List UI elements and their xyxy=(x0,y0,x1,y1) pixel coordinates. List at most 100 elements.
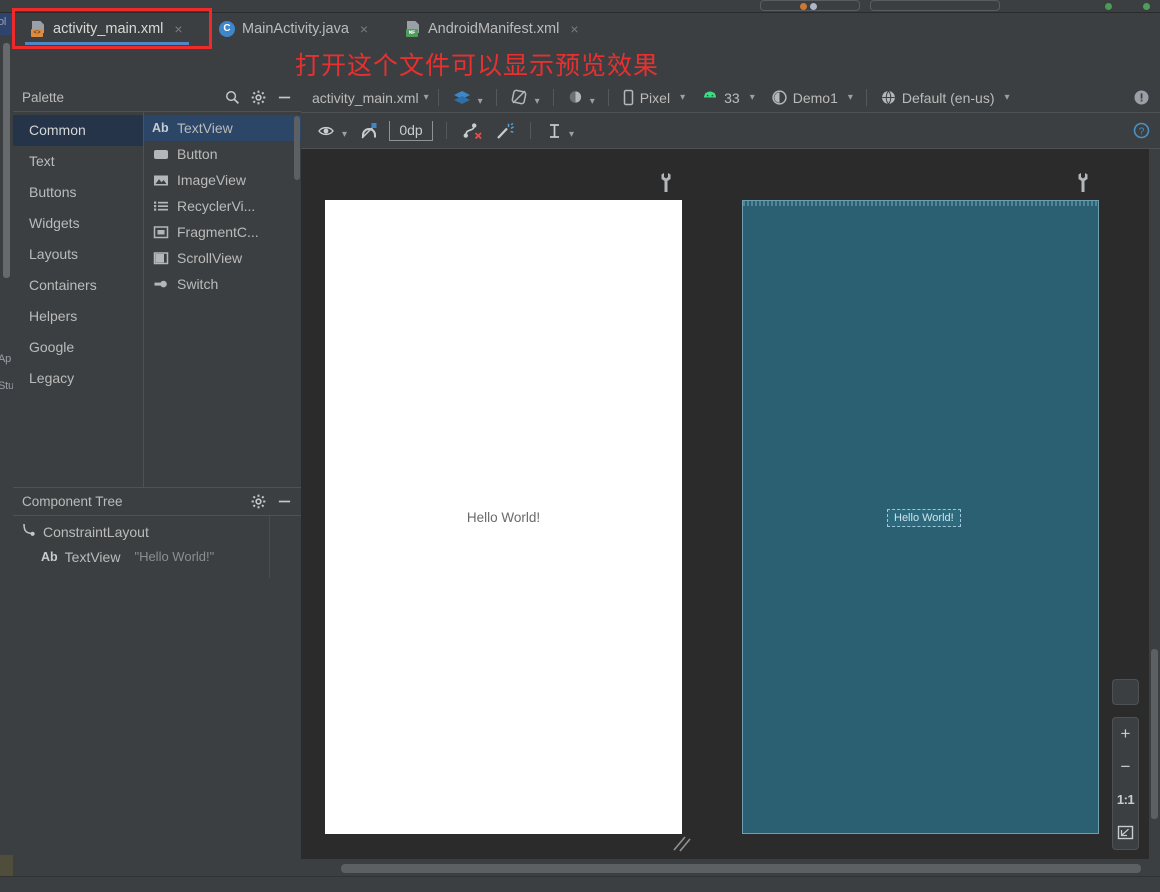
gear-icon[interactable] xyxy=(245,489,271,515)
device-selector-button[interactable]: Pixel ▾ xyxy=(618,89,689,106)
palette-item-recyclerview[interactable]: RecyclerVi... xyxy=(144,193,301,219)
minimize-icon[interactable] xyxy=(271,84,297,110)
palette-item-button[interactable]: Button xyxy=(144,141,301,167)
imageview-icon xyxy=(152,173,170,187)
module-icon-2 xyxy=(810,3,817,10)
palette-item-imageview[interactable]: ImageView xyxy=(144,167,301,193)
chevron-down-icon: ▾ xyxy=(749,92,755,103)
search-icon[interactable] xyxy=(219,84,245,110)
actual-size-button[interactable]: 1:1 xyxy=(1112,784,1139,817)
wrench-icon[interactable] xyxy=(659,173,673,193)
run-button[interactable] xyxy=(1105,3,1112,10)
tree-node-textview[interactable]: Ab TextView "Hello World!" xyxy=(13,544,301,569)
close-icon[interactable]: × xyxy=(570,21,578,37)
palette-category-text[interactable]: Text xyxy=(13,146,143,177)
palette-category-helpers[interactable]: Helpers xyxy=(13,301,143,332)
palette-item-switch[interactable]: Switch xyxy=(144,271,301,297)
design-preview[interactable]: Hello World! xyxy=(325,200,682,834)
debug-button[interactable] xyxy=(1143,3,1150,10)
palette-item-label: FragmentC... xyxy=(177,224,259,240)
status-bar xyxy=(0,877,1160,892)
rail-scrollbar[interactable] xyxy=(3,43,10,278)
chevron-down-icon[interactable]: ▾ xyxy=(424,92,429,103)
design-surface-toolbar: activity_main.xml ▾ ▾ ▾ ▾ Pixel ▾ 33 ▾ D… xyxy=(301,83,1160,113)
align-button[interactable]: ▾ xyxy=(540,122,580,140)
globe-icon xyxy=(881,90,895,105)
rail-label-app[interactable]: Ap xyxy=(0,353,11,365)
svg-text:?: ? xyxy=(1139,126,1145,137)
palette-category-legacy[interactable]: Legacy xyxy=(13,363,143,394)
palette-category-buttons[interactable]: Buttons xyxy=(13,177,143,208)
palette-category-layouts[interactable]: Layouts xyxy=(13,239,143,270)
fragmentcontainer-icon xyxy=(152,225,170,239)
chevron-down-icon: ▾ xyxy=(477,96,483,107)
autoconnect-button[interactable] xyxy=(353,122,385,140)
orientation-button[interactable]: ▾ xyxy=(506,89,544,107)
help-icon[interactable]: ? xyxy=(1133,122,1150,139)
recyclerview-icon xyxy=(152,199,170,213)
resize-handle-icon[interactable] xyxy=(671,832,693,854)
palette-category-containers[interactable]: Containers xyxy=(13,270,143,301)
canvas-horizontal-scrollbar[interactable] xyxy=(301,859,1160,877)
clear-constraints-icon xyxy=(463,122,482,139)
gear-icon[interactable] xyxy=(245,84,271,110)
chevron-down-icon: ▾ xyxy=(569,129,575,140)
toolbar-separator xyxy=(607,89,609,106)
chevron-down-icon: ▾ xyxy=(534,96,540,107)
palette-item-scrollview[interactable]: ScrollView xyxy=(144,245,301,271)
locale-selector-button[interactable]: Default (en-us) ▾ xyxy=(876,89,1014,106)
fit-to-screen-icon[interactable] xyxy=(1112,816,1139,849)
default-margin-value[interactable]: 0dp xyxy=(389,120,434,141)
theme-contrast-icon xyxy=(772,90,787,105)
warning-icon[interactable] xyxy=(1133,89,1150,106)
device-selector[interactable] xyxy=(870,0,1000,11)
blueprint-top-hatch xyxy=(743,201,1098,206)
left-tool-window-rail: ol Ap Stu xyxy=(0,13,13,892)
preview-hello-world-text[interactable]: Hello World! xyxy=(325,510,682,525)
tab-mainactivity-java[interactable]: C MainActivity.java × xyxy=(211,13,376,45)
rail-label-project[interactable]: ol xyxy=(0,16,6,28)
palette-category-widgets[interactable]: Widgets xyxy=(13,208,143,239)
button-icon xyxy=(152,147,170,161)
xml-layout-file-icon: <> xyxy=(31,21,46,37)
palette-item-fragmentcontainer[interactable]: FragmentC... xyxy=(144,219,301,245)
palette-header: Palette xyxy=(13,83,301,112)
theme-selector-button[interactable]: Demo1 ▾ xyxy=(767,89,857,106)
theme-mode-button[interactable]: ▾ xyxy=(563,89,599,107)
canvas-vertical-scrollbar[interactable] xyxy=(1149,149,1160,859)
close-icon[interactable]: × xyxy=(360,21,368,37)
zoom-in-button[interactable]: + xyxy=(1112,718,1139,751)
textview-icon: Ab xyxy=(41,549,58,564)
palette-scrollbar[interactable] xyxy=(294,116,300,180)
tab-label: activity_main.xml xyxy=(53,21,164,37)
android-studio-window: ol Ap Stu <> activity_main.xml × C MainA… xyxy=(0,0,1160,892)
zoom-controls: + − 1:1 xyxy=(1112,717,1139,850)
zoom-out-button[interactable]: − xyxy=(1112,751,1139,784)
rail-label-studio[interactable]: Stu xyxy=(0,380,13,392)
wrench-icon[interactable] xyxy=(1076,173,1090,193)
api-level-button[interactable]: 33 ▾ xyxy=(697,90,759,106)
blueprint-preview[interactable]: Hello World! xyxy=(742,200,1099,834)
close-icon[interactable]: × xyxy=(174,21,182,37)
view-mode-button[interactable]: ▾ xyxy=(448,89,487,107)
clear-constraints-button[interactable] xyxy=(456,122,489,140)
palette-item-textview[interactable]: Ab TextView xyxy=(144,115,301,141)
infer-constraints-button[interactable] xyxy=(489,122,521,140)
manifest-file-icon: MF xyxy=(406,21,421,37)
palette-category-google[interactable]: Google xyxy=(13,332,143,363)
tab-activity-main-xml[interactable]: <> activity_main.xml × xyxy=(23,13,191,45)
blueprint-hello-world-widget[interactable]: Hello World! xyxy=(887,509,961,527)
minimize-icon[interactable] xyxy=(271,489,297,515)
eye-icon xyxy=(318,126,334,135)
tab-androidmanifest-xml[interactable]: MF AndroidManifest.xml × xyxy=(398,13,587,45)
show-constraints-button[interactable]: ▾ xyxy=(311,123,353,140)
tree-node-label: ConstraintLayout xyxy=(43,523,149,540)
device-label: Pixel xyxy=(639,89,671,106)
palette-category-common[interactable]: Common xyxy=(13,115,143,146)
tree-node-constraintlayout[interactable]: ConstraintLayout xyxy=(13,519,301,544)
java-class-icon: C xyxy=(219,21,235,37)
editor-tab-bar: <> activity_main.xml × C MainActivity.ja… xyxy=(13,13,1160,45)
pan-panel-icon[interactable] xyxy=(1112,679,1139,705)
chevron-down-icon: ▾ xyxy=(847,92,853,103)
design-canvas[interactable]: Hello World! Hello World! + − 1:1 xyxy=(301,149,1160,859)
